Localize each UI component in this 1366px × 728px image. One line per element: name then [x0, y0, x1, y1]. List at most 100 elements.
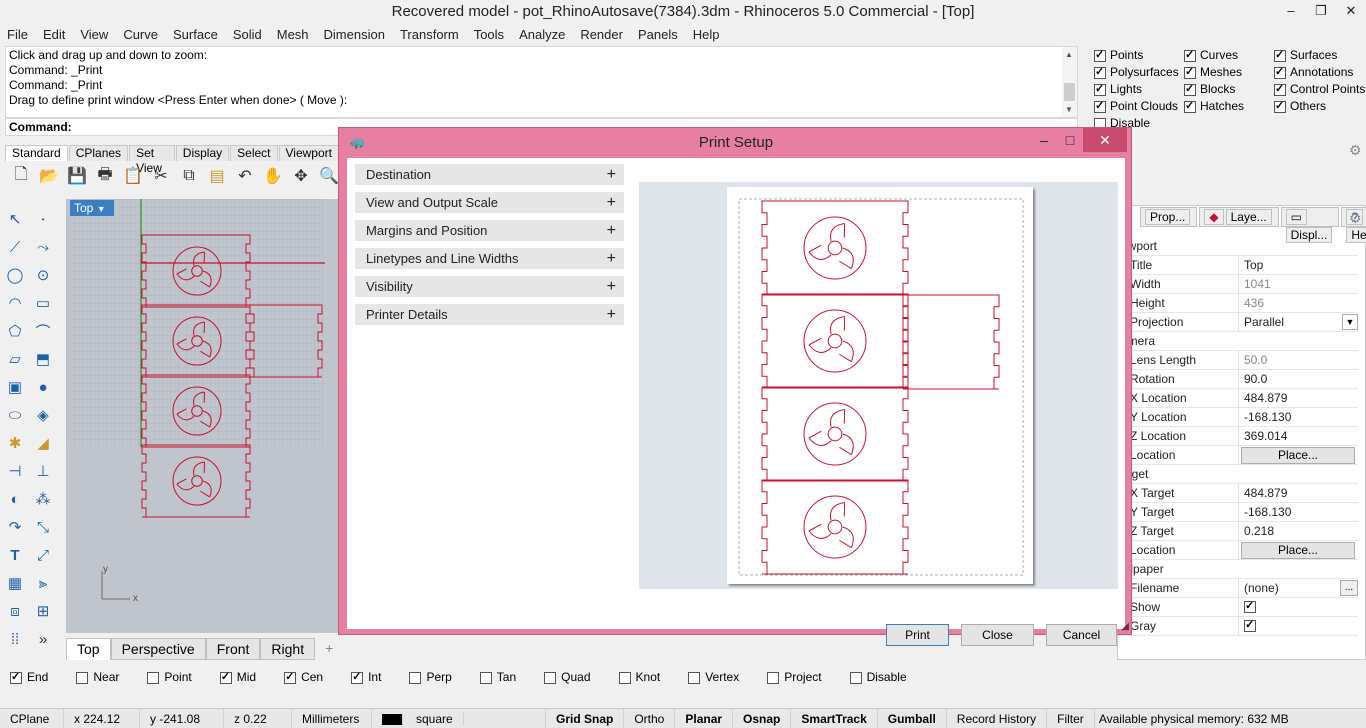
- scroll-thumb[interactable]: [1064, 83, 1075, 101]
- filter-checkbox[interactable]: [1094, 48, 1106, 62]
- osnap-checkbox[interactable]: [351, 670, 364, 684]
- rectangle-icon[interactable]: ▭: [31, 291, 55, 315]
- property-value[interactable]: -168.130: [1244, 410, 1291, 424]
- osnap-perp[interactable]: Perp: [409, 670, 465, 684]
- menu-item-render[interactable]: Render: [573, 27, 631, 42]
- tab-perspective[interactable]: Perspective: [110, 638, 206, 660]
- osnap-checkbox[interactable]: [219, 670, 232, 684]
- filter-meshes[interactable]: Meshes: [1184, 65, 1242, 79]
- group-icon[interactable]: ⁂: [31, 487, 55, 511]
- menu-item-transform[interactable]: Transform: [393, 27, 467, 42]
- grid-icon[interactable]: ⁞⁞: [3, 627, 27, 651]
- chevron-down-icon[interactable]: ▼: [1342, 314, 1358, 330]
- menu-item-panels[interactable]: Panels: [631, 27, 686, 42]
- trim-icon[interactable]: ⊥: [31, 459, 55, 483]
- gear-icon[interactable]: ⚙: [1349, 142, 1362, 159]
- property-row[interactable]: Filename (none)...: [1118, 579, 1358, 598]
- text-icon[interactable]: T: [3, 543, 27, 567]
- save-icon[interactable]: 💾: [66, 165, 88, 187]
- osnap-checkbox[interactable]: [618, 671, 631, 684]
- filter-checkbox[interactable]: [1184, 99, 1196, 113]
- filter-checkbox[interactable]: [1184, 48, 1196, 62]
- scroll-down-icon[interactable]: ▼: [1065, 105, 1073, 114]
- filter-checkbox[interactable]: [1094, 99, 1106, 113]
- cut-icon[interactable]: ✂: [150, 165, 172, 187]
- osnap-checkbox[interactable]: [849, 671, 862, 684]
- osnap-knot[interactable]: Knot: [618, 670, 675, 684]
- blocks-icon[interactable]: ⧈: [3, 599, 27, 623]
- tab-top[interactable]: Top: [66, 638, 111, 660]
- toolbar-tab-standard[interactable]: Standard: [5, 145, 68, 161]
- filter-lights[interactable]: Lights: [1094, 82, 1142, 96]
- layout-icon[interactable]: ⊞: [31, 599, 55, 623]
- arc-icon[interactable]: ◠: [3, 291, 27, 315]
- boolean-icon[interactable]: ◐: [3, 487, 27, 511]
- section-destination[interactable]: Destination +: [355, 164, 624, 185]
- toolbar-tab-viewport[interactable]: Viewport: [278, 145, 339, 161]
- property-row[interactable]: Location Place...: [1118, 541, 1358, 560]
- print-button[interactable]: Print: [886, 624, 949, 646]
- add-viewport-tab-button[interactable]: +: [315, 638, 343, 660]
- expand-plus-icon[interactable]: +: [607, 164, 616, 185]
- point-icon[interactable]: •: [31, 207, 55, 231]
- gumball-toggle[interactable]: Gumball: [878, 708, 947, 728]
- expand-plus-icon[interactable]: +: [607, 192, 616, 213]
- menu-item-file[interactable]: File: [0, 27, 36, 42]
- filter-surfaces[interactable]: Surfaces: [1274, 48, 1337, 62]
- filter-checkbox[interactable]: [1274, 48, 1286, 62]
- record-history-toggle[interactable]: Record History: [947, 708, 1048, 728]
- property-checkbox[interactable]: [1244, 599, 1256, 613]
- mirror-icon[interactable]: ⫸: [31, 571, 55, 595]
- section-visibility[interactable]: Visibility +: [355, 276, 624, 297]
- pan-hand-icon[interactable]: ✋: [262, 165, 284, 187]
- filter-checkbox[interactable]: [1274, 99, 1286, 113]
- filter-point-clouds[interactable]: Point Clouds: [1094, 99, 1178, 113]
- expand-plus-icon[interactable]: +: [607, 304, 616, 325]
- filter-others[interactable]: Others: [1274, 99, 1326, 113]
- menu-item-tools[interactable]: Tools: [467, 27, 512, 42]
- menu-item-help[interactable]: Help: [686, 27, 728, 42]
- osnap-vertex[interactable]: Vertex: [688, 670, 753, 684]
- property-value[interactable]: (none): [1244, 581, 1279, 595]
- property-row[interactable]: Show: [1118, 598, 1358, 617]
- select-arrow-icon[interactable]: ↖: [3, 207, 27, 231]
- resize-grip-icon[interactable]: ◢: [1121, 621, 1129, 632]
- property-row[interactable]: Title Top: [1118, 256, 1358, 275]
- property-row[interactable]: Gray: [1118, 617, 1358, 636]
- osnap-checkbox[interactable]: [479, 671, 492, 684]
- section-margins-and-position[interactable]: Margins and Position +: [355, 220, 624, 241]
- property-value[interactable]: 484.879: [1244, 486, 1287, 500]
- osnap-checkbox[interactable]: [767, 671, 780, 684]
- place-button[interactable]: Place...: [1241, 542, 1355, 559]
- cancel-button[interactable]: Cancel: [1046, 624, 1117, 646]
- new-icon[interactable]: 🗋: [10, 165, 32, 187]
- section-printer-details[interactable]: Printer Details +: [355, 304, 624, 325]
- filter-toggle[interactable]: Filter: [1047, 708, 1095, 728]
- section-view-and-output-scale[interactable]: View and Output Scale +: [355, 192, 624, 213]
- dialog-minimize-button[interactable]: –: [1031, 128, 1057, 152]
- filter-control-points[interactable]: Control Points: [1274, 82, 1365, 96]
- filter-hatches[interactable]: Hatches: [1184, 99, 1244, 113]
- filter-checkbox[interactable]: [1274, 65, 1286, 79]
- property-row[interactable]: X Target 484.879: [1118, 484, 1358, 503]
- tab-front[interactable]: Front: [205, 638, 261, 660]
- filter-points[interactable]: Points: [1094, 48, 1143, 62]
- planar-toggle[interactable]: Planar: [675, 708, 734, 728]
- property-value[interactable]: 90.0: [1244, 372, 1267, 386]
- expand-plus-icon[interactable]: +: [607, 248, 616, 269]
- toolbar-tab-set-view[interactable]: Set View: [129, 145, 175, 175]
- cplane-status[interactable]: CPlane: [0, 708, 64, 728]
- property-row[interactable]: Rotation 90.0: [1118, 370, 1358, 389]
- tab-layers[interactable]: ◆ Laye...: [1199, 207, 1279, 227]
- property-checkbox[interactable]: [1244, 618, 1256, 632]
- smarttrack-toggle[interactable]: SmartTrack: [791, 708, 878, 728]
- cylinder-icon[interactable]: ⬭: [3, 403, 27, 427]
- property-value[interactable]: Top: [1244, 258, 1263, 272]
- osnap-disable[interactable]: Disable: [849, 670, 921, 684]
- ortho-toggle[interactable]: Ortho: [624, 708, 676, 728]
- dialog-close-button[interactable]: ✕: [1083, 128, 1127, 152]
- osnap-checkbox[interactable]: [284, 670, 297, 684]
- viewport-title[interactable]: Top ▼: [70, 200, 114, 216]
- undo-icon[interactable]: ↶: [234, 165, 256, 187]
- property-row[interactable]: Z Location 369.014: [1118, 427, 1358, 446]
